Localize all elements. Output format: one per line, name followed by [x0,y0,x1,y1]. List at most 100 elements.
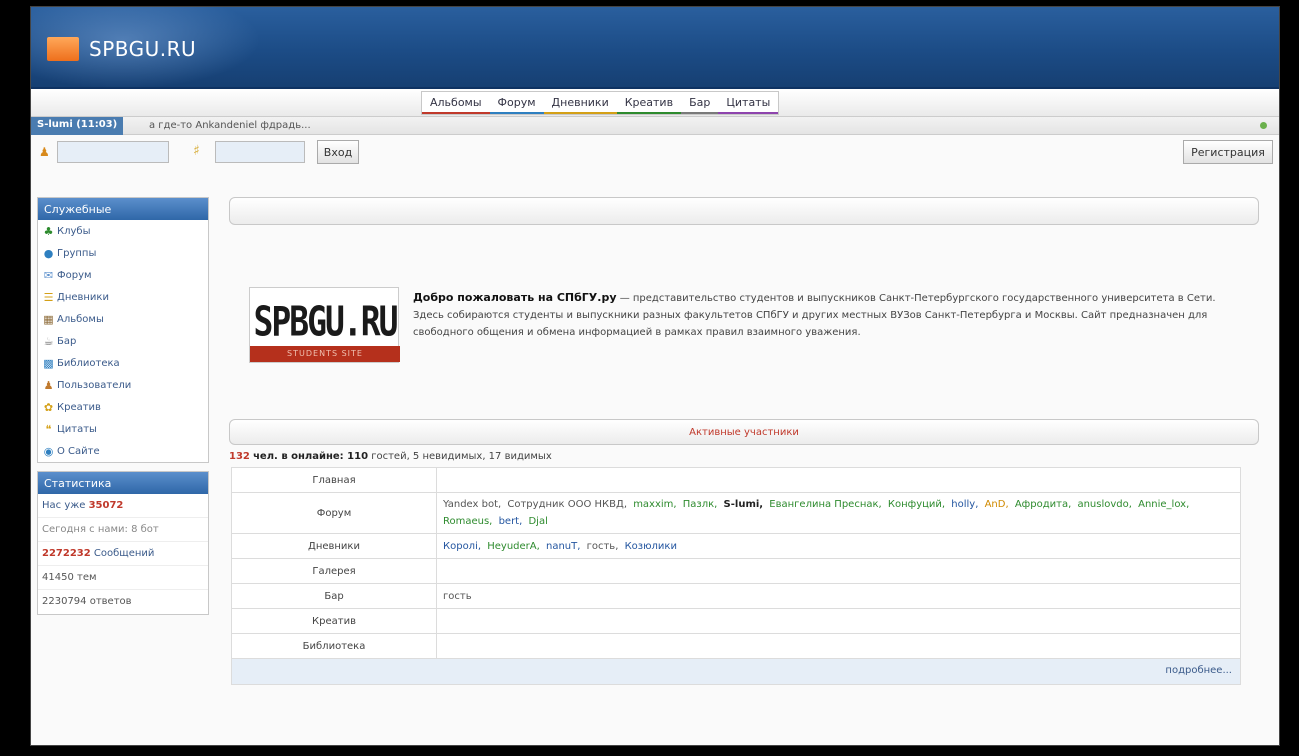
sidebar-item-label: Библиотека [57,357,120,369]
user-link[interactable]: anuslovdo, [1077,499,1131,510]
users-icon: ♟ [43,378,54,392]
about-icon: ◉ [43,444,54,458]
sidebar-stats-box: Статистика Нас уже 35072 Сегодня с нами:… [37,471,209,615]
sidebar: Служебные ♣ Клубы ● Группы ✉ Форум ☰ Дневники ▦ А… [37,197,209,623]
register-button[interactable]: Регистрация [1183,140,1273,164]
user-link[interactable]: Конфуций, [888,499,945,510]
user-link[interactable]: гость, [587,541,619,552]
stats-threads: 41450 тем [38,566,208,590]
table-row: Дневники Королі, HeyuderA, nanuT, гость, … [231,533,1241,559]
logo-square-icon[interactable] [47,37,79,61]
user-link[interactable]: Сотрудник ООО НКВД, [507,499,627,510]
sidebar-nav-box: Служебные ♣ Клубы ● Группы ✉ Форум ☰ Дневники ▦ А… [37,197,209,463]
section-users [436,633,1241,659]
main-content: SPBGU.RU STUDENTS SITE Добро пожаловать … [229,197,1259,685]
sidebar-item[interactable]: ♣ Клубы [38,220,208,242]
table-row: Библиотека [231,633,1241,659]
creative-icon: ✿ [43,400,54,414]
user-status-bar: S-lumi (11:03) а где-то Ankandeniel фдра… [31,117,1279,135]
section-users: Yandex bot, Сотрудник ООО НКВД, maxxim, … [436,492,1241,534]
sidebar-item[interactable]: ✉ Форум [38,264,208,286]
user-link[interactable]: Annie_lox, [1138,499,1189,510]
section-name[interactable]: Дневники [231,533,437,559]
sidebar-item[interactable]: ● Группы [38,242,208,264]
online-summary-rest: гостей, 5 невидимых, 17 видимых [371,451,552,462]
user-link[interactable]: Djal [528,516,547,527]
sidebar-item-label: Цитаты [57,423,97,435]
section-name[interactable]: Главная [231,467,437,493]
nav-tab[interactable]: Цитаты [718,92,779,114]
table-row: Форум Yandex bot, Сотрудник ООО НКВД, max… [231,492,1241,534]
online-count: 132 [229,451,250,462]
password-input[interactable] [215,141,305,163]
site-big-logo: SPBGU.RU STUDENTS SITE [249,287,400,363]
site-header: SPBGU.RU [31,7,1279,89]
stats-today: Сегодня с нами: 8 бот [38,518,208,542]
user-link[interactable]: Romaeus, [443,516,492,527]
section-name[interactable]: Креатив [231,608,437,634]
sidebar-item-label: О Сайте [57,445,100,457]
user-link[interactable]: nanuT, [546,541,580,552]
top-panel [229,197,1259,225]
user-link[interactable]: Королі, [443,541,481,552]
sidebar-item-label: Дневники [57,291,109,303]
user-link[interactable]: AnD, [985,499,1009,510]
sidebar-item-label: Группы [57,247,97,259]
groups-icon: ● [43,246,54,260]
current-user[interactable]: S-lumi (11:03) [31,117,124,135]
online-indicator-icon [1260,122,1267,129]
sidebar-item-label: Альбомы [57,313,104,325]
sidebar-nav-list: ♣ Клубы ● Группы ✉ Форум ☰ Дневники ▦ Альбомы ☕ Бар… [38,220,208,462]
login-input[interactable] [57,141,169,163]
section-name[interactable]: Галерея [231,558,437,584]
user-link[interactable]: Козюлики [625,541,677,552]
table-row: Бар гость [231,583,1241,609]
sidebar-item[interactable]: ◉ О Сайте [38,440,208,462]
active-users-title: Активные участники [229,419,1259,445]
main-navigation: Альбомы Форум Дневники Креатив Бар Цитаты [31,89,1279,117]
big-logo-subtitle: STUDENTS SITE [250,346,400,362]
sidebar-item[interactable]: ❝ Цитаты [38,418,208,440]
nav-tab[interactable]: Форум [489,92,544,114]
user-link[interactable]: HeyuderA, [487,541,540,552]
user-link[interactable]: гость [443,591,472,602]
welcome-title: Добро пожаловать на СПбГУ.ру [413,291,617,304]
library-icon: ▩ [43,356,54,370]
nav-tab[interactable]: Креатив [616,92,682,114]
user-link[interactable]: Пазлк, [683,499,718,510]
section-name[interactable]: Форум [231,492,437,534]
stats-messages: 2272232 Сообщений [38,542,208,566]
user-link[interactable]: Афродита, [1015,499,1071,510]
sidebar-item[interactable]: ☕ Бар [38,330,208,352]
nav-tab[interactable]: Альбомы [422,92,490,114]
section-name[interactable]: Библиотека [231,633,437,659]
user-link[interactable]: Евангелина Преснак, [769,499,881,510]
sidebar-item[interactable]: ♟ Пользователи [38,374,208,396]
user-link[interactable]: maxxim, [633,499,676,510]
user-link[interactable]: S-lumi, [724,499,764,510]
key-icon: ♯ [193,143,200,159]
site-logo-text[interactable]: SPBGU.RU [89,37,196,61]
sidebar-item[interactable]: ▩ Библиотека [38,352,208,374]
user-link[interactable]: holly, [951,499,978,510]
albums-icon: ▦ [43,312,54,326]
diaries-icon: ☰ [43,290,54,304]
login-button[interactable]: Вход [317,140,359,164]
more-row: подробнее... [231,659,1241,685]
stats-users-count: 35072 [88,500,124,511]
more-link[interactable]: подробнее... [1165,665,1232,676]
section-name[interactable]: Бар [231,583,437,609]
stats-messages-label: Сообщений [93,548,155,559]
section-users: Королі, HeyuderA, nanuT, гость, Козюлики [436,533,1241,559]
sidebar-item[interactable]: ☰ Дневники [38,286,208,308]
login-bar: ♟ ♯ Вход Регистрация [31,135,1279,169]
user-link[interactable]: bert, [499,516,523,527]
user-link[interactable]: Yandex bot, [443,499,501,510]
sidebar-item[interactable]: ✿ Креатив [38,396,208,418]
section-users [436,467,1241,493]
user-status-text: а где-то Ankandeniel фдрадь... [149,120,311,131]
nav-tab[interactable]: Дневники [543,92,617,114]
welcome-text: Добро пожаловать на СПбГУ.ру — представи… [413,289,1243,341]
nav-tab[interactable]: Бар [681,92,719,114]
sidebar-item[interactable]: ▦ Альбомы [38,308,208,330]
